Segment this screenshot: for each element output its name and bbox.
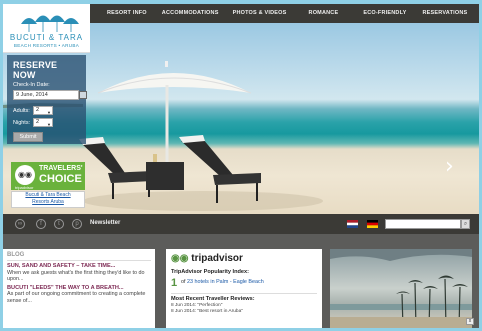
review-item[interactable]: 8 Jun 2014: "Best resort in Aruba" bbox=[171, 309, 317, 314]
nav-accommodations[interactable]: ACCOMMODATIONS bbox=[162, 4, 219, 23]
facebook-icon[interactable]: f bbox=[36, 219, 46, 229]
nav-resort-info[interactable]: RESORT INFO bbox=[107, 4, 147, 23]
nav-photos-videos[interactable]: PHOTOS & VIDEOS bbox=[233, 4, 287, 23]
blog-post-excerpt: As part of our ongoing commitment to cre… bbox=[7, 291, 146, 304]
beach-photo[interactable] bbox=[330, 249, 472, 328]
adults-label: Adults: bbox=[13, 107, 30, 114]
search-input[interactable] bbox=[385, 219, 461, 229]
reserve-title: RESERVE NOW bbox=[13, 60, 58, 80]
badge-caption-line1: Bucuti & Tara Beach bbox=[25, 192, 71, 198]
adults-select[interactable]: 2 ▼ bbox=[33, 106, 53, 115]
social-bar: ∞ f t p Newsletter ⌕ bbox=[3, 214, 479, 234]
rank-number: 1 bbox=[171, 277, 178, 289]
badge-caption-link[interactable]: Bucuti & Tara Beach Resorts Aruba bbox=[11, 191, 85, 208]
newsletter-link[interactable]: Newsletter bbox=[90, 220, 120, 226]
nights-value: 2 bbox=[36, 119, 40, 125]
travelers-choice-badge[interactable]: ◉◉ tripadvisor TRAVELERS' CHOICE bbox=[11, 162, 85, 190]
badge-travelers: TRAVELERS' bbox=[39, 165, 83, 172]
tripadvisor-icon[interactable]: ∞ bbox=[15, 219, 25, 229]
main-nav: RESORT INFO ACCOMMODATIONS PHOTOS & VIDE… bbox=[95, 4, 467, 23]
browser-page: RESORT INFO ACCOMMODATIONS PHOTOS & VIDE… bbox=[3, 4, 479, 328]
nav-reservations[interactable]: RESERVATIONS bbox=[423, 4, 468, 23]
review-item[interactable]: 8 Jun 2014: "Perfection" bbox=[171, 303, 317, 308]
popularity-rank: 1 of 23 hotels in Palm - Eagle Beach bbox=[171, 277, 317, 289]
lower-content: BLOG SUN, SAND AND SAFETY – TAKE TIME...… bbox=[3, 234, 479, 328]
chevron-down-icon: ▼ bbox=[47, 110, 51, 115]
resort-logo[interactable]: BUCUTI & TARA BEACH RESORTS • ARUBA bbox=[3, 4, 90, 53]
nav-eco-friendly[interactable]: ECO-FRIENDLY bbox=[363, 4, 406, 23]
checkin-label: Check-In Date: bbox=[13, 82, 50, 88]
rank-link[interactable]: 23 hotels in Palm - Eagle Beach bbox=[187, 279, 264, 285]
badge-caption-line2: Resorts Aruba bbox=[32, 199, 64, 205]
blog-panel: BLOG SUN, SAND AND SAFETY – TAKE TIME...… bbox=[3, 249, 155, 328]
umbrella-logo-icon bbox=[21, 15, 79, 32]
owl-eyes-icon: ◉◉ bbox=[18, 170, 32, 179]
logo-name: BUCUTI & TARA bbox=[9, 33, 84, 42]
chevron-right-icon[interactable]: › bbox=[445, 154, 454, 179]
reserve-now-panel: RESERVE NOW Check-In Date: 9 June, 2014 … bbox=[7, 55, 87, 144]
nav-romance[interactable]: ROMANCE bbox=[309, 4, 339, 23]
nights-label: Nights: bbox=[13, 119, 31, 126]
submit-button[interactable]: Submit bbox=[13, 132, 43, 142]
reviews-label: Most Recent Traveller Reviews: bbox=[171, 293, 317, 302]
checkin-date-value: 9 June, 2014 bbox=[16, 92, 48, 98]
blog-title: BLOG bbox=[7, 252, 151, 261]
palm-beach-image bbox=[330, 249, 472, 328]
rank-of-text: of bbox=[181, 279, 186, 285]
nights-select[interactable]: 2 ▼ bbox=[33, 118, 53, 127]
checkin-date-input[interactable]: 9 June, 2014 bbox=[13, 90, 87, 100]
logo-subtitle: BEACH RESORTS • ARUBA bbox=[13, 43, 80, 48]
calendar-icon[interactable] bbox=[79, 91, 87, 99]
close-icon[interactable]: x bbox=[466, 318, 474, 325]
popularity-label: TripAdvisor Popularity Index: bbox=[171, 269, 250, 275]
twitter-icon[interactable]: t bbox=[54, 219, 64, 229]
search-icon[interactable]: ⌕ bbox=[461, 219, 470, 229]
tripadvisor-logo-text: tripadvisor bbox=[191, 253, 243, 264]
badge-choice: CHOICE bbox=[39, 173, 82, 185]
pinterest-icon[interactable]: p bbox=[72, 219, 82, 229]
owl-icon: ◉◉ bbox=[171, 253, 189, 264]
tripadvisor-panel: ◉◉ tripadvisor TripAdvisor Popularity In… bbox=[166, 249, 322, 328]
blog-post-excerpt: When we ask guests what's the first thin… bbox=[7, 269, 145, 283]
adults-value: 2 bbox=[36, 107, 40, 113]
chevron-down-icon: ▼ bbox=[47, 122, 51, 127]
german-flag-icon[interactable] bbox=[367, 220, 378, 228]
tripadvisor-logo[interactable]: ◉◉ tripadvisor bbox=[171, 253, 317, 264]
badge-brand: tripadvisor bbox=[15, 185, 34, 190]
dutch-flag-icon[interactable] bbox=[347, 220, 358, 228]
